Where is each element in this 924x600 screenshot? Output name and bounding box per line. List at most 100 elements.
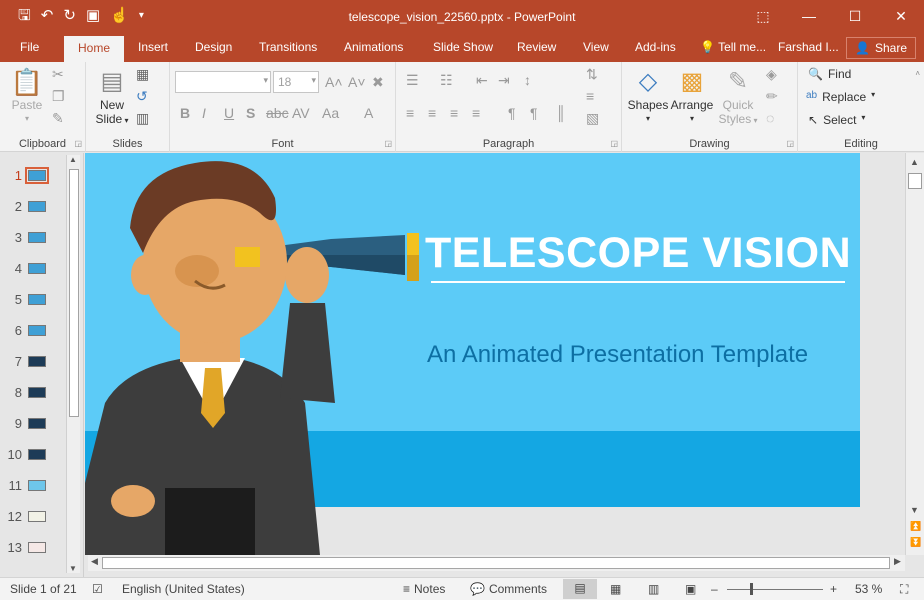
- arrange-button[interactable]: ▩ Arrange ▾: [670, 66, 714, 126]
- zoom-slider[interactable]: [727, 589, 823, 590]
- dialog-launcher-icon[interactable]: ◲: [610, 139, 618, 148]
- find-button[interactable]: 🔍 Find: [808, 67, 851, 81]
- scroll-down-icon[interactable]: ▼: [69, 564, 77, 573]
- copy-icon[interactable]: ❐: [52, 88, 65, 105]
- tab-insert[interactable]: Insert: [138, 40, 168, 54]
- change-case-icon[interactable]: Aa: [322, 105, 339, 121]
- slide-editor[interactable]: TELESCOPE VISION An Animated Presentatio…: [85, 153, 905, 555]
- decrease-indent-icon[interactable]: ⇤: [476, 72, 488, 89]
- dialog-launcher-icon[interactable]: ◲: [786, 139, 794, 148]
- tab-home[interactable]: Home: [64, 36, 125, 62]
- thumbnail-item[interactable]: 8: [4, 382, 64, 402]
- font-name-box[interactable]: ▾: [175, 71, 271, 93]
- char-spacing-icon[interactable]: AV: [292, 105, 310, 121]
- editor-vertical-scrollbar[interactable]: ▲ ▼ ⏫ ⏬: [905, 153, 924, 555]
- thumbnail-item[interactable]: 1: [4, 165, 64, 185]
- decrease-font-icon[interactable]: A˅: [348, 74, 366, 90]
- dialog-launcher-icon[interactable]: ◲: [74, 139, 82, 148]
- close-icon[interactable]: ✕: [878, 0, 924, 32]
- tab-transitions[interactable]: Transitions: [259, 40, 317, 54]
- increase-font-icon[interactable]: A˄: [325, 74, 343, 90]
- scroll-left-icon[interactable]: ◀: [91, 556, 98, 567]
- scroll-thumb[interactable]: [69, 169, 79, 417]
- shape-effects-icon[interactable]: ◌: [766, 110, 774, 126]
- align-text-icon[interactable]: ≡: [586, 88, 594, 104]
- select-button[interactable]: ↖ Select ▾: [808, 113, 865, 127]
- user-name[interactable]: Farshad I...: [778, 40, 839, 54]
- tab-view[interactable]: View: [583, 40, 609, 54]
- thumbnail-item[interactable]: 11: [4, 475, 64, 495]
- scroll-up-icon[interactable]: ▲: [69, 155, 77, 164]
- shape-outline-icon[interactable]: ✏: [766, 88, 778, 105]
- font-color-icon[interactable]: A: [364, 105, 373, 121]
- clear-formatting-icon[interactable]: ✖: [372, 74, 384, 91]
- comments-button[interactable]: 💬 Comments: [470, 582, 547, 596]
- editor-horizontal-scrollbar[interactable]: ◀ ▶: [88, 555, 905, 571]
- strikethrough-icon[interactable]: abc: [266, 105, 289, 121]
- fit-to-window-icon[interactable]: ⛶: [900, 582, 908, 597]
- increase-indent-icon[interactable]: ⇥: [498, 72, 510, 89]
- collapse-ribbon-icon[interactable]: ˄: [915, 69, 920, 78]
- thumbnail-item[interactable]: 12: [4, 506, 64, 526]
- maximize-icon[interactable]: ☐: [832, 0, 878, 32]
- spellcheck-icon[interactable]: ☑: [92, 582, 103, 596]
- tab-slide-show[interactable]: Slide Show: [433, 40, 493, 54]
- dialog-launcher-icon[interactable]: ◲: [384, 139, 392, 148]
- thumbnail-item[interactable]: 7: [4, 351, 64, 371]
- tab-animations[interactable]: Animations: [344, 40, 403, 54]
- slideshow-icon[interactable]: ▣: [685, 582, 696, 596]
- previous-slide-icon[interactable]: ⏫: [910, 521, 921, 532]
- align-center-icon[interactable]: ≡: [428, 105, 436, 121]
- smartart-icon[interactable]: ▧: [586, 110, 599, 127]
- tab-add-ins[interactable]: Add-ins: [635, 40, 676, 54]
- paste-button[interactable]: 📋 Paste ▾: [6, 66, 48, 126]
- thumbnail-scrollbar[interactable]: ▲ ▼: [66, 155, 80, 573]
- slide-title[interactable]: TELESCOPE VISION: [425, 229, 851, 278]
- next-slide-icon[interactable]: ⏬: [910, 537, 921, 548]
- slide-subtitle[interactable]: An Animated Presentation Template: [427, 341, 808, 369]
- format-painter-icon[interactable]: ✎: [52, 110, 64, 127]
- thumbnail-item[interactable]: 5: [4, 289, 64, 309]
- language-indicator[interactable]: English (United States): [122, 582, 245, 596]
- scroll-thumb[interactable]: [102, 557, 890, 569]
- ltr-icon[interactable]: ¶: [508, 105, 516, 121]
- shape-fill-icon[interactable]: ◈: [766, 66, 777, 83]
- minimize-icon[interactable]: —: [786, 0, 832, 32]
- italic-icon[interactable]: I: [202, 105, 206, 121]
- cut-icon[interactable]: ✂: [52, 66, 64, 83]
- layout-icon[interactable]: ▦: [136, 66, 149, 83]
- normal-view-icon[interactable]: ▤: [563, 579, 597, 599]
- tab-review[interactable]: Review: [517, 40, 556, 54]
- rtl-icon[interactable]: ¶: [530, 105, 538, 121]
- thumbnail-item[interactable]: 4: [4, 258, 64, 278]
- tell-me-box[interactable]: 💡 Tell me...: [700, 40, 766, 54]
- scroll-right-icon[interactable]: ▶: [894, 556, 901, 567]
- reset-icon[interactable]: ↺: [136, 88, 148, 105]
- font-size-box[interactable]: 18 ▾: [273, 71, 319, 93]
- scroll-up-icon[interactable]: ▲: [910, 157, 919, 167]
- tab-file[interactable]: File: [20, 40, 39, 54]
- thumbnail-item[interactable]: 3: [4, 227, 64, 247]
- shadow-icon[interactable]: S: [246, 105, 255, 121]
- thumbnail-item[interactable]: 2: [4, 196, 64, 216]
- thumbnail-item[interactable]: 6: [4, 320, 64, 340]
- new-slide-button[interactable]: ▤ New Slide ▾: [92, 66, 132, 128]
- line-spacing-icon[interactable]: ↕: [524, 72, 531, 88]
- bullets-icon[interactable]: ☰: [406, 72, 419, 89]
- share-button[interactable]: 👤 Share: [846, 37, 916, 59]
- numbering-icon[interactable]: ☷: [440, 72, 453, 89]
- thumbnail-item[interactable]: 13: [4, 537, 64, 557]
- notes-button[interactable]: ≡ Notes: [403, 582, 445, 596]
- scroll-thumb[interactable]: [908, 173, 922, 189]
- columns-icon[interactable]: ║: [556, 105, 566, 121]
- zoom-slider-knob[interactable]: [750, 583, 753, 595]
- align-right-icon[interactable]: ≡: [450, 105, 458, 121]
- ribbon-display-icon[interactable]: ⬚: [740, 0, 786, 32]
- justify-icon[interactable]: ≡: [472, 105, 480, 121]
- replace-button[interactable]: ab Replace ▾: [806, 90, 875, 104]
- slide-sorter-icon[interactable]: ▦: [610, 582, 621, 596]
- zoom-in-icon[interactable]: +: [830, 582, 837, 596]
- text-direction-icon[interactable]: ⇅: [586, 66, 598, 83]
- shapes-button[interactable]: ◇ Shapes ▾: [626, 66, 670, 126]
- thumbnail-item[interactable]: 10: [4, 444, 64, 464]
